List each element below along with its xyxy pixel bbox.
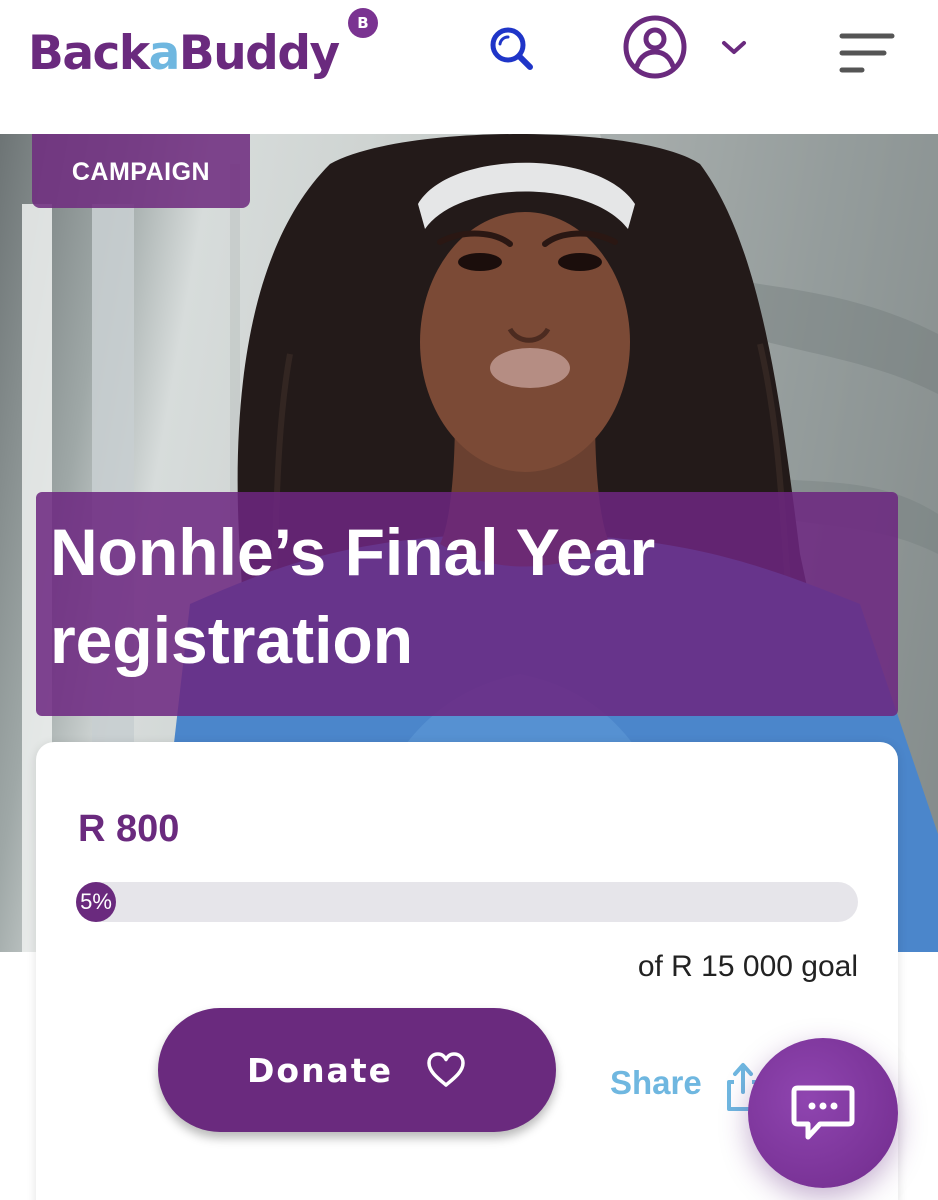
donate-button[interactable]: Donate [158, 1008, 556, 1132]
user-icon [623, 15, 687, 79]
progress-percent: 5% [80, 889, 112, 914]
search-icon[interactable] [486, 24, 536, 74]
donate-label: Donate [247, 1050, 393, 1090]
chat-icon [791, 1085, 855, 1140]
campaign-title-box: Nonhle’s Final Year registration [36, 492, 898, 716]
campaign-title-line-2: registration [50, 603, 414, 677]
progress-bar: 5% [76, 882, 858, 922]
campaign-badge: CAMPAIGN [32, 134, 250, 208]
goal-text: of R 15 000 goal [637, 950, 858, 983]
heart-icon [427, 1052, 465, 1087]
chevron-down-icon [722, 41, 746, 54]
campaign-title-line-1: Nonhle’s Final Year [50, 515, 656, 589]
share-link[interactable]: Share [610, 1064, 702, 1102]
backabuddy-logo[interactable]: BackaBuddy B [28, 8, 378, 92]
logo-badge: B [348, 8, 378, 38]
menu-icon[interactable] [838, 30, 896, 76]
logo-wordmark: BackaBuddy [28, 26, 340, 81]
chat-button[interactable] [748, 1038, 898, 1188]
amount-raised: R 800 [78, 808, 180, 850]
top-nav: BackaBuddy B [0, 0, 938, 134]
account-menu-button[interactable] [622, 14, 762, 80]
campaign-title: Nonhle’s Final Year registration [50, 508, 884, 684]
